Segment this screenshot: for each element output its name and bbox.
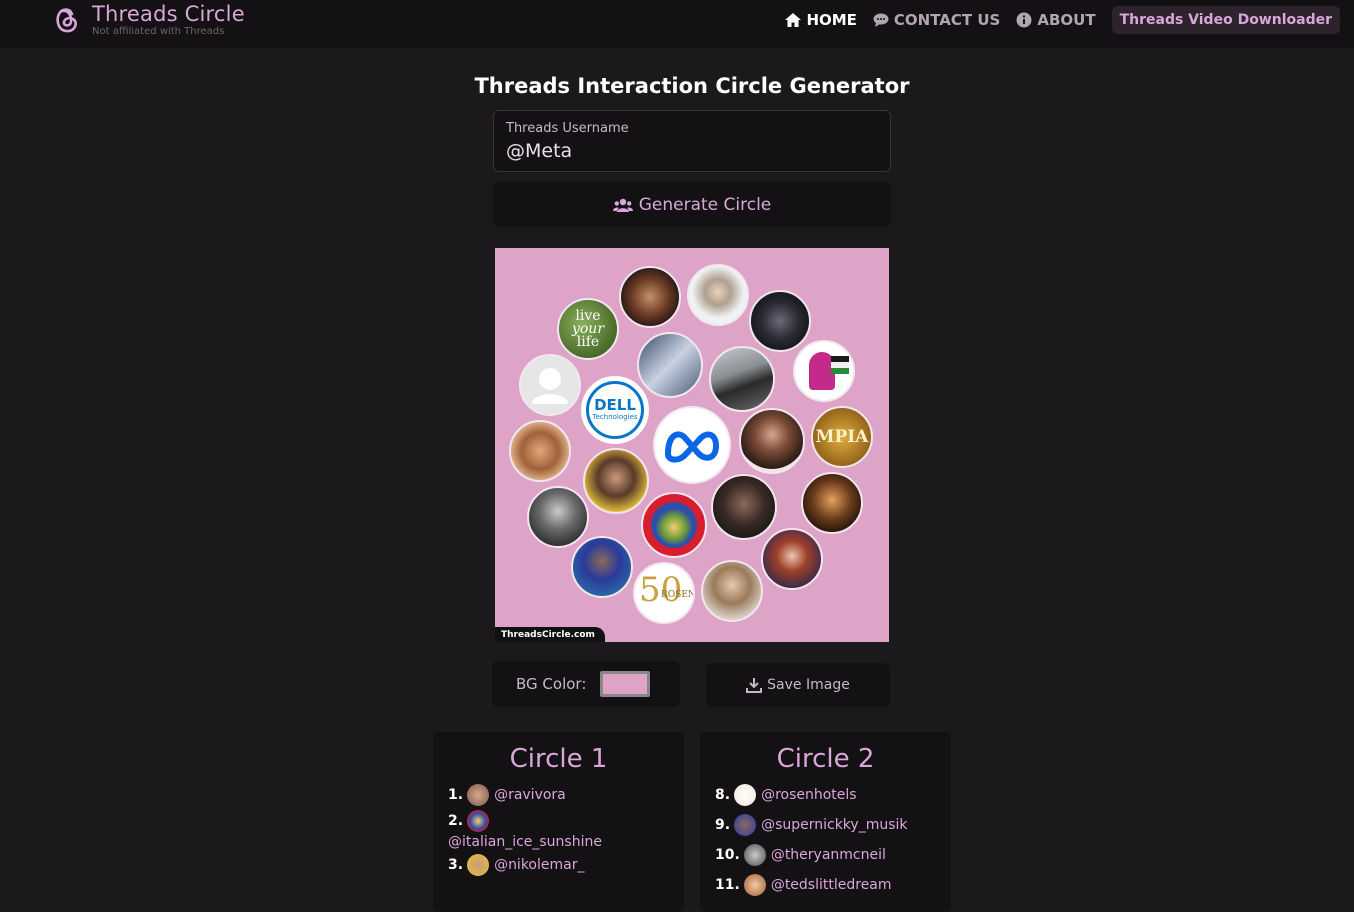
download-icon (746, 678, 763, 693)
list-item-number: 3. (448, 857, 464, 873)
list-item-avatar[interactable] (734, 814, 757, 836)
avatar-live-your-life[interactable]: live your life (557, 298, 619, 360)
list-item-number: 1. (448, 787, 464, 803)
avatar-dell-technologies[interactable]: DELL Technologies (581, 376, 649, 444)
list-item-username[interactable]: @supernickky_musik (761, 817, 907, 833)
list-item: 2. @italian_ice_sunshine (448, 810, 684, 850)
nav-about-label: ABOUT (1037, 11, 1096, 29)
list-item: 3. @nikolemar_ (448, 850, 684, 880)
list-item: 9. @supernickky_musik (715, 810, 951, 840)
avatar-man-dark-beard[interactable] (711, 474, 777, 540)
list-item-username[interactable]: @nikolemar_ (494, 857, 584, 873)
avatar-food-plate[interactable] (641, 492, 707, 558)
nav-home[interactable]: HOME (785, 11, 857, 29)
users-icon (612, 198, 633, 212)
brand[interactable]: Threads Circle Not affiliated with Threa… (50, 2, 245, 38)
avatar-woman-with-dog[interactable] (701, 560, 763, 622)
list-item: 8. @rosenhotels (715, 780, 951, 810)
list-item-username[interactable]: @theryanmcneil (771, 847, 886, 863)
list-item: 11. @tedslittledream (715, 870, 951, 900)
avatar-woman-glasses[interactable] (583, 448, 649, 514)
circle-1-card: Circle 1 1. @ravivora 2. @italian_ice_su… (433, 732, 684, 912)
circle-2-list: 8. @rosenhotels 9. @supernickky_musik 10… (700, 780, 951, 900)
avatar-candle-girl[interactable] (801, 472, 863, 534)
avatar-tiger[interactable] (637, 332, 703, 398)
list-item-username[interactable]: @ravivora (494, 787, 566, 803)
video-downloader-link[interactable]: Threads Video Downloader (1111, 6, 1340, 34)
avatar-rosen-hotels[interactable]: 50 ROSEN (633, 562, 695, 624)
main-nav: HOME CONTACT US ABOUT Threads Video Down… (769, 6, 1340, 34)
list-item-avatar[interactable] (467, 854, 490, 876)
username-label: Threads Username (506, 121, 629, 136)
avatar-mpia[interactable]: MPIA (811, 406, 873, 468)
top-navbar: Threads Circle Not affiliated with Threa… (0, 0, 1354, 48)
list-item-avatar[interactable] (743, 874, 766, 896)
avatar-face-paint[interactable] (619, 266, 681, 328)
circle-2-card: Circle 2 8. @rosenhotels 9. @supernickky… (700, 732, 951, 912)
nav-contact[interactable]: CONTACT US (873, 11, 1000, 29)
list-item: 1. @ravivora (448, 780, 684, 810)
dell-wordmark: DELL (594, 396, 636, 414)
avatar-man-smile[interactable] (509, 420, 571, 482)
avatar-ryan-bw[interactable] (527, 486, 589, 548)
life-text: life (576, 333, 600, 350)
list-item-avatar[interactable] (734, 784, 757, 806)
avatar-woman-red-hair[interactable] (761, 528, 823, 590)
list-item-avatar[interactable] (467, 810, 490, 832)
circle-1-title: Circle 1 (509, 744, 608, 774)
interaction-circle-canvas: DELL Technologies live your life MPIA 50… (495, 248, 889, 642)
mpia-text: MPIA (815, 427, 869, 447)
list-item-number: 8. (715, 787, 731, 803)
brand-name: Threads Circle (92, 2, 245, 26)
dell-subtext: Technologies (592, 413, 638, 421)
avatar-man-san-francisco[interactable] (709, 346, 775, 412)
brand-subtitle: Not affiliated with Threads (92, 26, 225, 37)
avatar-center-meta (653, 406, 731, 484)
avatar-anime-dark[interactable] (749, 290, 811, 352)
generate-circle-label: Generate Circle (638, 194, 772, 215)
bg-color-label: BG Color: (516, 675, 587, 693)
list-item: 10. @theryanmcneil (715, 840, 951, 870)
avatar-woman-long-hair[interactable] (739, 408, 805, 474)
list-item-username[interactable]: @rosenhotels (761, 787, 857, 803)
list-item-number: 10. (715, 847, 740, 863)
list-item-number: 2. (448, 813, 464, 829)
list-item-username[interactable]: @italian_ice_sunshine (448, 834, 684, 850)
username-field: Threads Username (493, 110, 891, 172)
list-item-number: 9. (715, 817, 731, 833)
meta-logo-icon (665, 431, 719, 463)
default-user-icon (532, 368, 568, 404)
nav-home-label: HOME (806, 11, 857, 29)
list-item-number: 11. (715, 877, 740, 893)
info-icon (1016, 12, 1032, 28)
save-image-label: Save Image (767, 677, 850, 693)
avatar-portrait-light[interactable] (687, 264, 749, 326)
avatar-supernickky[interactable] (571, 536, 633, 598)
watermark: ThreadsCircle.com (495, 627, 605, 642)
chat-icon (873, 13, 889, 27)
page-title: Threads Interaction Circle Generator (474, 74, 910, 98)
food-plate-inner (651, 502, 697, 548)
nav-contact-label: CONTACT US (893, 11, 1001, 29)
list-item-avatar[interactable] (467, 784, 490, 806)
circle-2-title: Circle 2 (776, 744, 875, 774)
save-image-button[interactable]: Save Image (706, 663, 890, 707)
generate-circle-button[interactable]: Generate Circle (493, 182, 891, 227)
rosen-wordmark: ROSEN (661, 590, 695, 600)
list-item-avatar[interactable] (743, 844, 766, 866)
bg-color-picker[interactable] (600, 671, 651, 697)
home-icon (785, 13, 802, 27)
avatar-default-user[interactable] (519, 354, 581, 416)
bg-color-control: BG Color: (492, 661, 680, 707)
username-input[interactable] (506, 138, 876, 164)
threads-logo-icon (56, 8, 77, 33)
flag-black (831, 368, 849, 374)
dell-ring: DELL Technologies (586, 381, 644, 439)
nav-about[interactable]: ABOUT (1016, 11, 1096, 29)
list-item-username[interactable]: @tedslittledream (771, 877, 892, 893)
avatar-hijab-flag[interactable] (793, 340, 855, 402)
circle-1-list: 1. @ravivora 2. @italian_ice_sunshine 3.… (433, 780, 684, 880)
